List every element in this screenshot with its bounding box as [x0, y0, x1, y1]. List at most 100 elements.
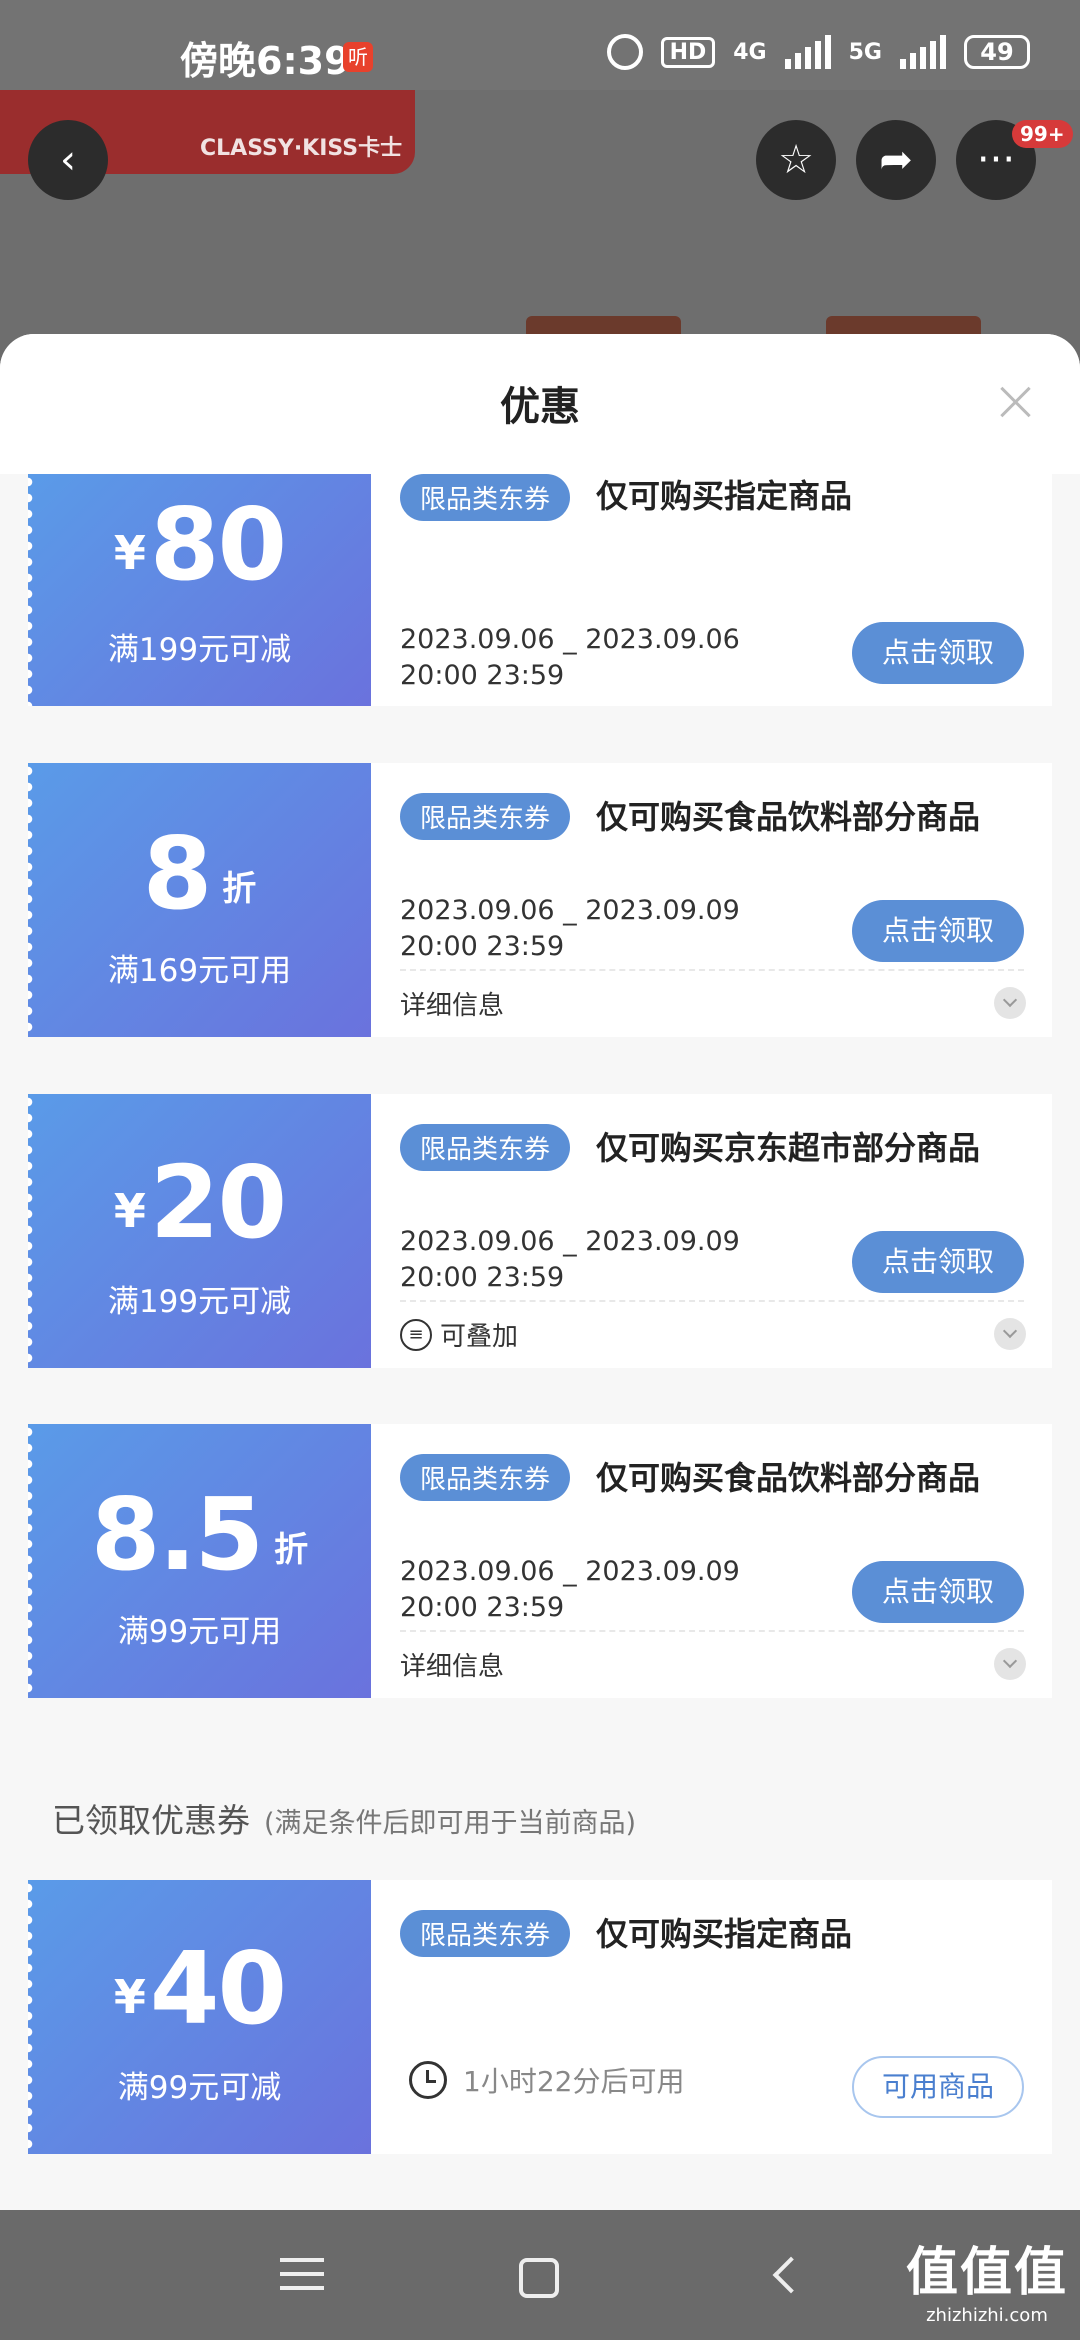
coupon-card: ¥20 满199元可减 限品类东券 仅可购买京东超市部分商品 2023.09.0… [28, 1094, 1052, 1368]
claimed-coupon-card: ¥40 满99元可减 限品类东券 仅可购买指定商品 1小时22分后可用 可用商品 [28, 1880, 1052, 2154]
coupon-desc: 仅可购买食品饮料部分商品 [596, 798, 981, 836]
discount-unit: 折 [274, 1530, 309, 1570]
coupon-detail: 限品类东券 仅可购买食品饮料部分商品 2023.09.06 _ 2023.09.… [371, 1424, 1052, 1698]
details-label: 详细信息 [400, 1652, 505, 1682]
chevron-down-icon[interactable] [994, 987, 1026, 1019]
coupon-date: 2023.09.06 _ 2023.09.09 20:00 23:59 [400, 1224, 740, 1296]
details-label: 详细信息 [400, 991, 505, 1021]
coupon-desc: 仅可购买指定商品 [596, 1915, 853, 1953]
coupon-value-panel: ¥80 满199元可减 [28, 474, 371, 706]
network-5g-label: 5G [848, 39, 882, 65]
claim-button[interactable]: 点击领取 [852, 1561, 1024, 1623]
date-range: 2023.09.06 _ 2023.09.06 [400, 624, 740, 655]
available-products-button[interactable]: 可用商品 [852, 2056, 1024, 2118]
listen-badge: 听 [343, 42, 373, 72]
coupon-date: 2023.09.06 _ 2023.09.09 20:00 23:59 [400, 893, 740, 965]
coupon-detail: 限品类东券 仅可购买京东超市部分商品 2023.09.06 _ 2023.09.… [371, 1094, 1052, 1368]
coupon-value-panel: 8折 满169元可用 [28, 763, 371, 1037]
discount-unit: 折 [222, 869, 257, 909]
date-range: 2023.09.06 _ 2023.09.09 [400, 1556, 740, 1587]
stackable-label: 可叠加 [440, 1322, 519, 1352]
battery-icon: 49 [964, 35, 1030, 69]
coupon-detail: 限品类东券 仅可购买食品饮料部分商品 2023.09.06 _ 2023.09.… [371, 763, 1052, 1037]
menu-icon[interactable] [272, 2248, 332, 2308]
coupon-condition: 满99元可减 [117, 2070, 282, 2106]
coupon-value-panel: ¥20 满199元可减 [28, 1094, 371, 1368]
clock-icon [409, 2061, 447, 2099]
coupon-card: 8.5 折 满99元可用 限品类东券 仅可购买食品饮料部分商品 2023.09.0… [28, 1424, 1052, 1698]
currency-symbol: ¥ [113, 1970, 146, 2024]
dashed-divider [400, 1630, 1024, 1632]
share-icon[interactable]: ➦ [856, 120, 936, 200]
background-page: CLASSY·KISS卡士 ‹ ☆ ➦ ··· 99+ [0, 90, 1080, 346]
alarm-icon [606, 34, 643, 70]
coupon-amount: 8折 [28, 815, 371, 932]
wait-text: 1小时22分后可用 [463, 2065, 685, 2098]
claimed-title: 已领取优惠券 [52, 1801, 250, 1840]
coupon-condition: 满199元可减 [107, 632, 292, 668]
amount-value: 20 [149, 1144, 287, 1261]
coupon-desc: 仅可购买指定商品 [596, 477, 853, 515]
watermark: 值值值 zhizhizhi.com [906, 2230, 1068, 2326]
details-link[interactable]: 详细信息 [400, 1646, 504, 1683]
time-range: 20:00 23:59 [400, 1262, 565, 1293]
amount-value: 80 [149, 486, 287, 603]
message-count-badge: 99+ [1012, 120, 1073, 148]
coupon-value-panel: 8.5 折 满99元可用 [28, 1424, 371, 1698]
claimed-subtitle: (满足条件后即可用于当前商品) [264, 1808, 637, 1839]
coupon-desc: 仅可购买京东超市部分商品 [596, 1129, 981, 1167]
network-4g-label: 4G [733, 39, 767, 65]
status-icons: HD 4G 5G 49 [606, 34, 1030, 70]
currency-symbol: ¥ [113, 1184, 146, 1238]
coupon-value-panel: ¥40 满99元可减 [28, 1880, 371, 2154]
coupon-desc: 仅可购买食品饮料部分商品 [596, 1459, 981, 1497]
coupon-amount: ¥80 [28, 486, 371, 603]
watermark-url: zhizhizhi.com [926, 2305, 1048, 2326]
currency-symbol: ¥ [113, 526, 146, 580]
close-icon[interactable] [996, 382, 1036, 422]
coupon-card: ¥80 满199元可减 限品类东券 仅可购买指定商品 2023.09.06 _ … [28, 474, 1052, 706]
dashed-divider [400, 969, 1024, 971]
date-range: 2023.09.06 _ 2023.09.09 [400, 1226, 740, 1257]
stack-icon: ≡ [400, 1318, 432, 1351]
coupon-date: 2023.09.06 _ 2023.09.06 20:00 23:59 [400, 622, 740, 694]
status-bar: 傍晚6:39 听 HD 4G 5G 49 [0, 0, 1080, 90]
claimed-section-title: 已领取优惠券 (满足条件后即可用于当前商品) [52, 1794, 636, 1842]
coupon-detail: 限品类东券 仅可购买指定商品 2023.09.06 _ 2023.09.06 2… [371, 474, 1052, 706]
time-range: 20:00 23:59 [400, 1592, 565, 1623]
stackable-info: ≡ 可叠加 [400, 1316, 518, 1353]
back-arrow-icon[interactable]: ‹ [28, 120, 108, 200]
details-link[interactable]: 详细信息 [400, 985, 504, 1022]
claim-button[interactable]: 点击领取 [852, 1231, 1024, 1293]
amount-value: 8 [142, 815, 213, 932]
star-icon[interactable]: ☆ [756, 120, 836, 200]
coupon-amount: 8.5 折 [28, 1476, 371, 1593]
signal-icon [900, 35, 946, 69]
chevron-down-icon[interactable] [994, 1318, 1026, 1350]
claim-button[interactable]: 点击领取 [852, 622, 1024, 684]
dashed-divider [400, 1300, 1024, 1302]
amount-value: 8.5 [90, 1476, 264, 1593]
home-icon[interactable] [519, 2258, 559, 2298]
chevron-down-icon[interactable] [994, 1648, 1026, 1680]
claim-button[interactable]: 点击领取 [852, 900, 1024, 962]
coupon-card: 8折 满169元可用 限品类东券 仅可购买食品饮料部分商品 2023.09.06… [28, 763, 1052, 1037]
sheet-title: 优惠 [500, 384, 580, 430]
coupon-condition: 满169元可用 [107, 953, 292, 989]
signal-icon [784, 35, 831, 69]
time-range: 20:00 23:59 [400, 660, 565, 691]
time-range: 20:00 23:59 [400, 931, 565, 962]
coupon-condition: 满99元可用 [117, 1614, 282, 1650]
coupon-detail: 限品类东券 仅可购买指定商品 1小时22分后可用 可用商品 [371, 1880, 1052, 2154]
status-time: 傍晚6:39 [180, 39, 351, 83]
watermark-logo: 值值值 [905, 2243, 1068, 2303]
back-icon[interactable] [760, 2248, 820, 2308]
sheet-header: 优惠 [0, 334, 1080, 474]
amount-value: 40 [149, 1930, 287, 2047]
coupon-amount: ¥40 [28, 1930, 371, 2047]
coupon-condition: 满199元可减 [107, 1284, 292, 1320]
hd-icon: HD [660, 36, 716, 68]
coupon-amount: ¥20 [28, 1144, 371, 1261]
coupon-date: 2023.09.06 _ 2023.09.09 20:00 23:59 [400, 1554, 740, 1626]
availability-info: 1小时22分后可用 [409, 2060, 684, 2100]
